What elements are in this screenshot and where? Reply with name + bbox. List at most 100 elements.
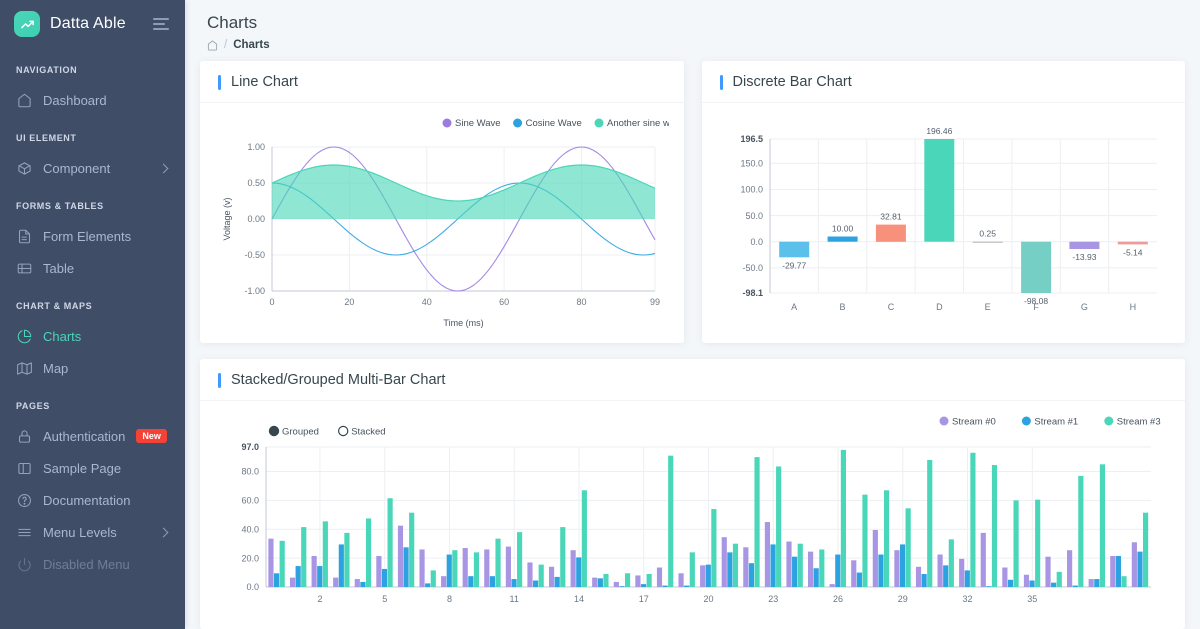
- bar-stream-3-7[interactable]: [431, 570, 436, 587]
- bar-stream-3-39[interactable]: [1121, 576, 1126, 587]
- bar-stream-3-36[interactable]: [1057, 572, 1062, 587]
- bar-stream-0-22[interactable]: [743, 547, 748, 587]
- bar-stream-0-12[interactable]: [527, 563, 532, 588]
- bar-H[interactable]: [1117, 242, 1147, 245]
- bar-stream-0-9[interactable]: [463, 548, 468, 587]
- bar-stream-3-38[interactable]: [1100, 464, 1105, 587]
- legend-label[interactable]: Stream #3: [1117, 417, 1161, 428]
- bar-stream-0-10[interactable]: [484, 550, 489, 588]
- bar-stream-0-5[interactable]: [376, 556, 381, 587]
- discrete-bar-svg[interactable]: -98.1-50.00.050.0100.0150.0196.5-29.77A1…: [716, 113, 1171, 335]
- bar-stream-0-7[interactable]: [419, 550, 424, 588]
- bar-stream-0-21[interactable]: [722, 537, 727, 587]
- bar-stream-0-35[interactable]: [1024, 575, 1029, 587]
- bar-G[interactable]: [1069, 242, 1099, 249]
- bar-stream-1-35[interactable]: [1029, 581, 1034, 587]
- bar-stream-1-22[interactable]: [749, 563, 754, 587]
- bar-stream-3-3[interactable]: [344, 533, 349, 587]
- bar-stream-1-17[interactable]: [641, 584, 646, 587]
- legend-label[interactable]: Cosine Wave: [526, 118, 582, 129]
- legend-label[interactable]: Another sine wave: [607, 118, 669, 129]
- home-icon[interactable]: [207, 40, 218, 51]
- sidebar-item-menu-levels[interactable]: Menu Levels: [0, 516, 185, 548]
- bar-stream-3-4[interactable]: [366, 519, 371, 588]
- bar-stream-1-34[interactable]: [1008, 580, 1013, 587]
- sidebar-item-sample-page[interactable]: Sample Page: [0, 452, 185, 484]
- bar-stream-3-33[interactable]: [992, 465, 997, 587]
- bar-stream-1-16[interactable]: [619, 586, 624, 587]
- bar-stream-3-20[interactable]: [711, 509, 716, 587]
- legend-label[interactable]: Sine Wave: [455, 118, 501, 129]
- bar-stream-0-18[interactable]: [657, 568, 662, 587]
- bar-B[interactable]: [827, 237, 857, 242]
- bar-F[interactable]: [1021, 242, 1051, 293]
- bar-stream-3-9[interactable]: [474, 552, 479, 587]
- bar-stream-0-14[interactable]: [571, 550, 576, 587]
- bar-stream-1-40[interactable]: [1137, 552, 1142, 587]
- bar-stream-1-0[interactable]: [274, 573, 279, 587]
- bar-stream-3-27[interactable]: [862, 495, 867, 587]
- bar-stream-3-11[interactable]: [517, 532, 522, 587]
- bar-stream-1-6[interactable]: [404, 547, 409, 587]
- bar-stream-1-29[interactable]: [900, 545, 905, 588]
- bar-stream-3-37[interactable]: [1078, 476, 1083, 587]
- bar-stream-0-6[interactable]: [398, 526, 403, 587]
- sidebar-item-charts[interactable]: Charts: [0, 320, 185, 352]
- bar-stream-0-4[interactable]: [355, 579, 360, 587]
- bar-stream-1-37[interactable]: [1073, 586, 1078, 587]
- bar-stream-0-36[interactable]: [1045, 557, 1050, 587]
- bar-stream-3-10[interactable]: [495, 539, 500, 587]
- bar-stream-0-31[interactable]: [938, 555, 943, 587]
- bar-stream-1-23[interactable]: [770, 545, 775, 588]
- radio-label-grouped[interactable]: Grouped: [282, 427, 319, 438]
- bar-stream-0-17[interactable]: [635, 576, 640, 588]
- bar-stream-0-2[interactable]: [312, 556, 317, 587]
- bar-stream-1-5[interactable]: [382, 569, 387, 587]
- bar-stream-0-32[interactable]: [959, 559, 964, 587]
- bar-stream-0-30[interactable]: [916, 567, 921, 587]
- bar-stream-0-25[interactable]: [808, 552, 813, 587]
- bar-stream-1-8[interactable]: [447, 555, 452, 587]
- bar-stream-3-30[interactable]: [927, 460, 932, 587]
- bar-stream-3-32[interactable]: [970, 453, 975, 587]
- bar-stream-1-39[interactable]: [1116, 556, 1121, 587]
- sidebar-item-authentication[interactable]: AuthenticationNew: [0, 420, 185, 452]
- bar-stream-0-13[interactable]: [549, 567, 554, 587]
- bar-stream-1-38[interactable]: [1094, 579, 1099, 587]
- bar-stream-1-10[interactable]: [490, 576, 495, 587]
- sidebar-item-map[interactable]: Map: [0, 352, 185, 384]
- bar-A[interactable]: [779, 242, 809, 258]
- bar-stream-3-12[interactable]: [539, 565, 544, 587]
- bar-stream-1-15[interactable]: [598, 578, 603, 587]
- bar-stream-1-25[interactable]: [814, 568, 819, 587]
- bar-stream-1-20[interactable]: [706, 565, 711, 587]
- radio-stacked[interactable]: [339, 426, 348, 435]
- sidebar-item-component[interactable]: Component: [0, 152, 185, 184]
- legend-label[interactable]: Stream #1: [1034, 417, 1078, 428]
- bar-stream-0-8[interactable]: [441, 576, 446, 587]
- bar-stream-1-2[interactable]: [317, 566, 322, 587]
- bar-stream-1-26[interactable]: [835, 555, 840, 587]
- bar-stream-1-12[interactable]: [533, 581, 538, 587]
- sidebar-item-table[interactable]: Table: [0, 252, 185, 284]
- bar-stream-3-21[interactable]: [733, 544, 738, 587]
- bar-stream-0-34[interactable]: [1002, 568, 1007, 587]
- bar-stream-3-14[interactable]: [582, 490, 587, 587]
- bar-stream-3-19[interactable]: [690, 552, 695, 587]
- radio-grouped[interactable]: [269, 426, 278, 435]
- bar-stream-0-1[interactable]: [290, 578, 295, 587]
- bar-stream-1-18[interactable]: [663, 586, 668, 587]
- bar-stream-0-38[interactable]: [1089, 579, 1094, 587]
- bar-stream-1-7[interactable]: [425, 583, 430, 587]
- bar-stream-0-37[interactable]: [1067, 550, 1072, 587]
- bar-stream-0-29[interactable]: [894, 550, 899, 587]
- bar-stream-0-27[interactable]: [851, 560, 856, 587]
- bar-stream-3-18[interactable]: [668, 456, 673, 587]
- bar-stream-3-31[interactable]: [949, 539, 954, 587]
- chevron-right-icon[interactable]: [180, 431, 185, 441]
- bar-stream-1-4[interactable]: [360, 582, 365, 587]
- bar-stream-3-5[interactable]: [388, 498, 393, 587]
- bar-stream-3-13[interactable]: [560, 527, 565, 587]
- bar-stream-0-39[interactable]: [1110, 556, 1115, 587]
- breadcrumb-current[interactable]: Charts: [233, 39, 269, 51]
